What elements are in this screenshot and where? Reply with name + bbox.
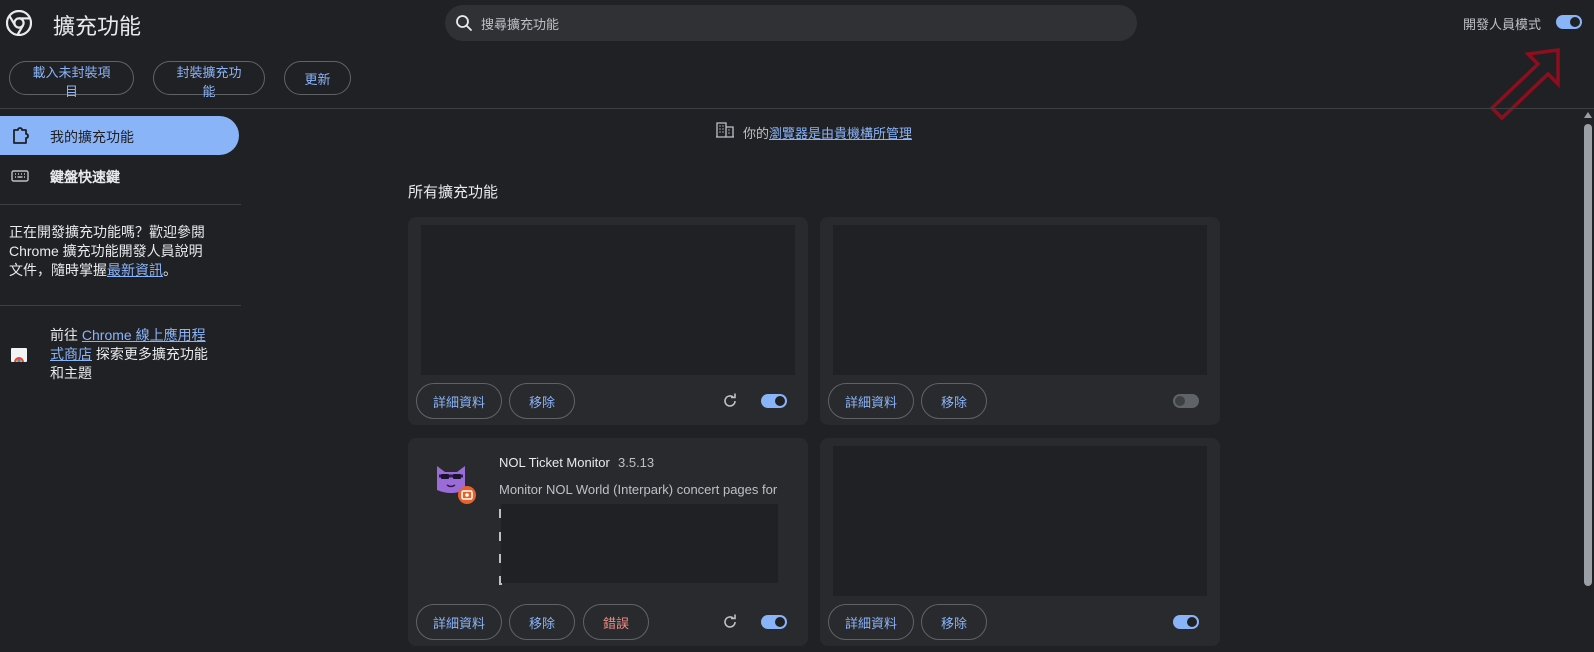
extension-toggle[interactable] [1173,615,1199,629]
extension-card: 詳細資料 移除 [820,438,1220,646]
search-input[interactable] [479,5,1123,43]
extension-toggle[interactable] [761,394,787,408]
card-blank-area [833,446,1207,596]
web-store-prefix: 前往 [50,327,82,343]
dev-mode-label: 開發人員模式 [1463,17,1542,32]
cat-extension-icon [437,466,476,504]
building-icon [716,122,734,138]
reload-icon[interactable] [722,393,738,409]
vertical-scrollbar[interactable] [1582,110,1594,652]
sidebar-divider [0,204,241,205]
sidebar-item-my-extensions[interactable]: 我的擴充功能 [0,116,239,155]
load-unpacked-button[interactable]: 載入未封裝項目 [9,61,134,99]
reload-icon[interactable] [722,614,738,630]
page-title: 擴充功能 [53,14,142,39]
web-store-text: 前往 Chrome 線上應用程式商店 探索更多擴充功能和主題 [50,326,215,383]
update-button[interactable]: 更新 [284,61,351,95]
sidebar-item-label: 鍵盤快速鍵 [50,169,120,185]
extension-card: 詳細資料 移除 [408,217,808,425]
annotation-arrow-icon [1489,48,1560,121]
card-blank-area [833,225,1207,375]
remove-button[interactable]: 移除 [921,604,987,640]
dev-docs-text: 正在開發擴充功能嗎？歡迎參閱 Chrome 擴充功能開發人員說明文件，隨時掌握最… [9,223,214,280]
toggle-knob [775,617,785,627]
card-blank-area [421,225,795,375]
scroll-thumb[interactable] [1584,124,1592,586]
extension-toggle[interactable] [761,615,787,629]
details-button[interactable]: 詳細資料 [416,383,502,419]
extension-version: 3.5.13 [618,455,655,470]
redaction-box [501,504,778,583]
extension-toggle[interactable] [1173,394,1199,408]
details-button[interactable]: 詳細資料 [828,604,914,640]
extension-card: NOL Ticket Monitor 3.5.13 Monitor NOL Wo… [408,438,808,646]
sidebar-divider [0,305,241,306]
web-store-icon [11,348,27,363]
toggle-knob [775,396,785,406]
header: 擴充功能 開發人員模式 載入未封裝項目 封裝擴充功能 更新 [0,0,1594,121]
extension-card: 詳細資料 移除 [820,217,1220,425]
remove-button[interactable]: 移除 [921,383,987,419]
latest-news-link[interactable]: 最新資訊 [107,262,163,278]
scroll-up-arrow-icon[interactable] [1584,112,1592,118]
errors-button[interactable]: 錯誤 [583,604,649,640]
remove-button[interactable]: 移除 [509,604,575,640]
sidebar-item-keyboard-shortcuts[interactable]: 鍵盤快速鍵 [0,156,239,195]
keyboard-icon [11,170,29,182]
dev-mode-toggle[interactable] [1556,15,1582,29]
chrome-logo-icon [6,10,32,36]
puzzle-icon [13,127,29,144]
details-button[interactable]: 詳細資料 [828,383,914,419]
toggle-knob [1187,617,1197,627]
sidebar-item-label: 我的擴充功能 [50,129,134,145]
search-icon [456,15,472,31]
remove-button[interactable]: 移除 [509,383,575,419]
search-box[interactable] [445,5,1137,43]
toggle-knob [1175,396,1185,406]
header-divider [0,108,1594,109]
dev-docs-suffix: 。 [163,262,177,278]
toggle-knob [1570,17,1580,27]
managed-prefix: 你的 [743,126,770,141]
section-title: 所有擴充功能 [408,184,499,201]
managed-link[interactable]: 瀏覽器是由貴機構所管理 [769,126,912,141]
extension-name: NOL Ticket Monitor [499,455,610,470]
details-button[interactable]: 詳細資料 [416,604,502,640]
pack-extension-button[interactable]: 封裝擴充功能 [153,61,265,99]
